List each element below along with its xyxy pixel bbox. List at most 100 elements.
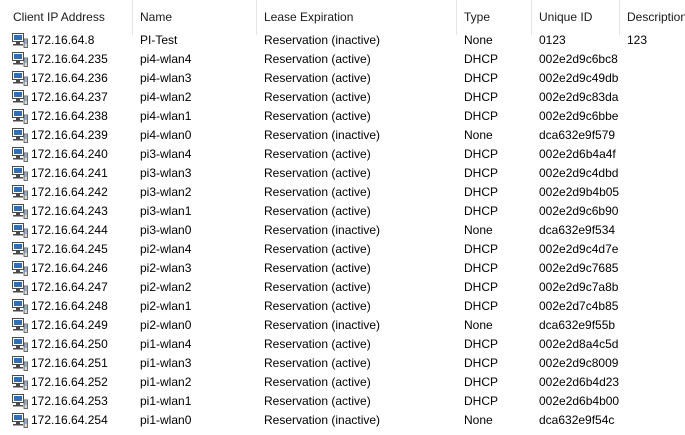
network-computer-icon [12, 109, 28, 124]
table-row[interactable]: 172.16.64.245 pi2-wlan4 Reservation (activ… [0, 240, 685, 259]
cell-name: pi4-wlan4 [140, 52, 192, 66]
column-header-type[interactable]: Type [457, 0, 532, 35]
cell-name: pi3-wlan1 [140, 204, 192, 218]
table-row[interactable]: 172.16.64.251 pi1-wlan3 Reservation (activ… [0, 354, 685, 373]
cell-description [620, 259, 685, 278]
ip-address: 172.16.64.239 [31, 128, 108, 142]
ip-address: 172.16.64.243 [31, 204, 108, 218]
cell-description [620, 278, 685, 297]
column-header-name[interactable]: Name [133, 0, 257, 35]
cell-name: pi4-wlan2 [140, 90, 192, 104]
table-row[interactable]: 172.16.64.248 pi2-wlan1 Reservation (activ… [0, 297, 685, 316]
table-row[interactable]: 172.16.64.246 pi2-wlan3 Reservation (activ… [0, 259, 685, 278]
table-row[interactable]: 172.16.64.247 pi2-wlan2 Reservation (activ… [0, 278, 685, 297]
ip-address: 172.16.64.235 [31, 52, 108, 66]
column-header-description[interactable]: Description [620, 0, 685, 35]
cell-unique-id: 002e2d7c4b85 [539, 299, 619, 313]
cell-lease-expiration: Reservation (active) [264, 356, 371, 370]
cell-unique-id: dca632e9f534 [539, 223, 616, 237]
cell-type: DHCP [464, 204, 499, 218]
table-row[interactable]: 172.16.64.243 pi3-wlan1 Reservation (activ… [0, 202, 685, 221]
table-row[interactable]: 172.16.64.235 pi4-wlan4 Reservation (activ… [0, 50, 685, 69]
cell-lease-expiration: Reservation (active) [264, 299, 371, 313]
ip-address: 172.16.64.236 [31, 71, 108, 85]
column-header-unique-id[interactable]: Unique ID [532, 0, 620, 35]
table-row[interactable]: 172.16.64.249 pi2-wlan0 Reservation (inact… [0, 316, 685, 335]
cell-lease-expiration: Reservation (active) [264, 242, 371, 256]
cell-name: pi3-wlan2 [140, 185, 192, 199]
cell-name: pi1-wlan2 [140, 375, 192, 389]
cell-lease-expiration: Reservation (active) [264, 147, 371, 161]
cell-client-ip: 172.16.64.236 [0, 69, 133, 88]
cell-client-ip: 172.16.64.237 [0, 88, 133, 107]
cell-unique-id: 002e2d9c4d7e [539, 242, 619, 256]
cell-client-ip: 172.16.64.240 [0, 145, 133, 164]
cell-client-ip: 172.16.64.238 [0, 107, 133, 126]
ip-address: 172.16.64.251 [31, 356, 108, 370]
cell-lease-expiration: Reservation (active) [264, 261, 371, 275]
cell-client-ip: 172.16.64.251 [0, 354, 133, 373]
cell-lease-expiration: Reservation (active) [264, 280, 371, 294]
cell-unique-id: 002e2d9c4dbd [539, 166, 619, 180]
cell-lease-expiration: Reservation (inactive) [264, 33, 381, 47]
cell-type: DHCP [464, 166, 499, 180]
table-row[interactable]: 172.16.64.8 PI-Test Reservation (inactive)… [0, 31, 685, 50]
cell-client-ip: 172.16.64.253 [0, 392, 133, 411]
cell-unique-id: 002e2d9c7a8b [539, 280, 619, 294]
network-computer-icon [12, 223, 28, 238]
table-row[interactable]: 172.16.64.250 pi1-wlan4 Reservation (activ… [0, 335, 685, 354]
table-row[interactable]: 172.16.64.237 pi4-wlan2 Reservation (activ… [0, 88, 685, 107]
cell-unique-id: dca632e9f579 [539, 128, 616, 142]
network-computer-icon [12, 242, 28, 257]
cell-name: pi4-wlan3 [140, 71, 192, 85]
table-row[interactable]: 172.16.64.242 pi3-wlan2 Reservation (activ… [0, 183, 685, 202]
table-row[interactable]: 172.16.64.239 pi4-wlan0 Reservation (inact… [0, 126, 685, 145]
cell-client-ip: 172.16.64.235 [0, 50, 133, 69]
table-row[interactable]: 172.16.64.244 pi3-wlan0 Reservation (inact… [0, 221, 685, 240]
table-row[interactable]: 172.16.64.253 pi1-wlan1 Reservation (activ… [0, 392, 685, 411]
cell-type: None [464, 33, 493, 47]
cell-lease-expiration: Reservation (inactive) [264, 223, 381, 237]
table-row[interactable]: 172.16.64.238 pi4-wlan1 Reservation (activ… [0, 107, 685, 126]
table-row[interactable]: 172.16.64.241 pi3-wlan3 Reservation (activ… [0, 164, 685, 183]
cell-type: DHCP [464, 280, 499, 294]
reservation-list: 172.16.64.8 PI-Test Reservation (inactive)… [0, 31, 685, 430]
ip-address: 172.16.64.238 [31, 109, 108, 123]
cell-type: DHCP [464, 90, 499, 104]
cell-unique-id: 002e2d8a4c5d [539, 337, 619, 351]
cell-type: None [464, 128, 493, 142]
cell-name: pi3-wlan3 [140, 166, 192, 180]
cell-name: pi4-wlan1 [140, 109, 192, 123]
network-computer-icon [12, 52, 28, 67]
cell-description [620, 88, 685, 107]
cell-description [620, 145, 685, 164]
cell-unique-id: 002e2d9c6b90 [539, 204, 619, 218]
table-row[interactable]: 172.16.64.252 pi1-wlan2 Reservation (activ… [0, 373, 685, 392]
cell-type: DHCP [464, 185, 499, 199]
cell-name: pi1-wlan3 [140, 356, 192, 370]
cell-client-ip: 172.16.64.248 [0, 297, 133, 316]
cell-type: DHCP [464, 52, 499, 66]
cell-name: pi2-wlan2 [140, 280, 192, 294]
network-computer-icon [12, 33, 28, 48]
table-row[interactable]: 172.16.64.240 pi3-wlan4 Reservation (activ… [0, 145, 685, 164]
network-computer-icon [12, 394, 28, 409]
cell-unique-id: dca632e9f54c [539, 413, 615, 427]
cell-unique-id: 002e2d9c49db [539, 71, 619, 85]
cell-lease-expiration: Reservation (active) [264, 375, 371, 389]
cell-description: 123 [627, 33, 648, 47]
cell-description [620, 297, 685, 316]
cell-description [620, 316, 685, 335]
network-computer-icon [12, 261, 28, 276]
table-row[interactable]: 172.16.64.236 pi4-wlan3 Reservation (activ… [0, 69, 685, 88]
column-header-lease-expiration[interactable]: Lease Expiration [257, 0, 457, 35]
cell-name: pi2-wlan1 [140, 299, 192, 313]
cell-name: pi4-wlan0 [140, 128, 192, 142]
cell-lease-expiration: Reservation (active) [264, 204, 371, 218]
cell-description [620, 69, 685, 88]
column-header-client-ip[interactable]: Client IP Address [0, 0, 133, 35]
cell-lease-expiration: Reservation (active) [264, 52, 371, 66]
table-row[interactable]: 172.16.64.254 pi1-wlan0 Reservation (inact… [0, 411, 685, 430]
network-computer-icon [12, 147, 28, 162]
network-computer-icon [12, 204, 28, 219]
